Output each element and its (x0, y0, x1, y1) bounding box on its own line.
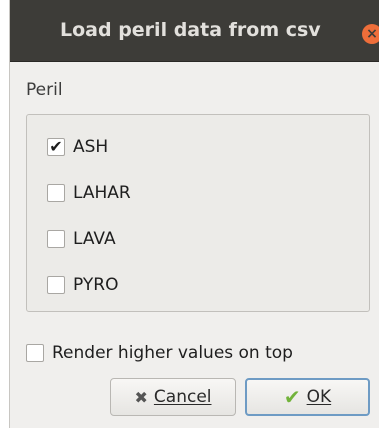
lahar-checkbox[interactable] (47, 184, 65, 202)
ash-label[interactable]: ASH (73, 137, 108, 157)
ok-button[interactable]: ✔ OK (245, 378, 370, 416)
peril-group-label: Peril (26, 80, 63, 100)
cancel-button[interactable]: ✖ Cancel (110, 378, 236, 416)
render-higher-checkbox[interactable] (26, 344, 44, 362)
peril-option-pyro[interactable]: PYRO (47, 273, 118, 297)
close-icon[interactable]: × (362, 24, 379, 44)
title-bar[interactable]: Load peril data from csv × (10, 0, 379, 62)
lahar-label[interactable]: LAHAR (73, 183, 131, 203)
cancel-button-label: Cancel (153, 387, 212, 407)
check-mark-icon: ✔ (49, 137, 63, 156)
dialog-title: Load peril data from csv (60, 19, 321, 41)
lava-checkbox[interactable] (47, 230, 65, 248)
lava-label[interactable]: LAVA (73, 229, 116, 249)
pyro-label[interactable]: PYRO (73, 275, 118, 295)
peril-group-box: ✔ ASH LAHAR LAVA PYRO (26, 114, 370, 312)
render-higher-label[interactable]: Render higher values on top (52, 343, 293, 363)
ok-check-icon: ✔ (283, 385, 301, 409)
pyro-checkbox[interactable] (47, 276, 65, 294)
cancel-x-icon: ✖ (134, 387, 148, 407)
peril-option-lava[interactable]: LAVA (47, 227, 116, 251)
render-higher-option[interactable]: Render higher values on top (26, 341, 293, 365)
ash-checkbox[interactable]: ✔ (47, 138, 65, 156)
peril-option-ash[interactable]: ✔ ASH (47, 135, 108, 159)
dialog-window: Load peril data from csv × Peril ✔ ASH L… (9, 0, 379, 428)
peril-option-lahar[interactable]: LAHAR (47, 181, 131, 205)
ok-button-label: OK (306, 387, 332, 407)
